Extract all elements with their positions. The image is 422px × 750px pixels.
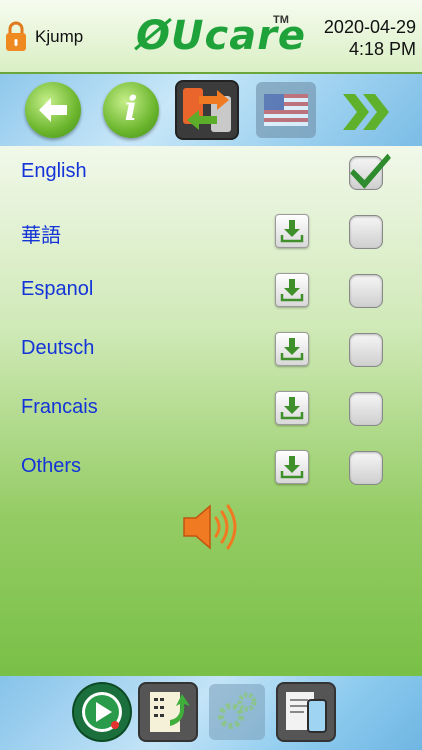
info-icon: i <box>124 89 138 129</box>
double-chevron-right-icon[interactable] <box>339 90 395 134</box>
checkbox-chinese[interactable] <box>349 215 383 249</box>
us-flag-icon <box>264 94 308 126</box>
back-button[interactable] <box>25 82 81 138</box>
checkbox-deutsch[interactable] <box>349 333 383 367</box>
language-label: Espanol <box>21 278 94 300</box>
speaker-icon[interactable] <box>180 498 242 556</box>
phone-document-button[interactable] <box>278 684 334 740</box>
language-tab-button[interactable] <box>177 82 237 138</box>
download-button[interactable] <box>275 273 309 307</box>
download-icon <box>280 456 304 479</box>
download-button[interactable] <box>275 450 309 484</box>
settings-button[interactable] <box>209 684 265 740</box>
play-button[interactable] <box>74 684 130 740</box>
play-icon <box>82 692 122 732</box>
record-sheet-icon <box>150 692 190 732</box>
bottom-toolbar <box>0 676 422 750</box>
language-label: Deutsch <box>21 337 95 359</box>
checkbox-espanol[interactable] <box>349 274 383 308</box>
language-sync-icon <box>183 88 231 132</box>
flag-button[interactable] <box>256 82 316 138</box>
language-row-english[interactable]: English <box>0 146 422 205</box>
download-icon <box>280 279 304 302</box>
language-row-others[interactable]: Others <box>0 441 422 500</box>
checkbox-others[interactable] <box>349 451 383 485</box>
checkbox-francais[interactable] <box>349 392 383 426</box>
app-header: Kjump ØUcare TM 2020-04-29 4:18 PM <box>0 0 422 74</box>
language-label: Others <box>21 455 82 477</box>
record-sheet-button[interactable] <box>140 684 196 740</box>
checkbox-english[interactable] <box>349 153 391 190</box>
info-button[interactable]: i <box>103 82 159 138</box>
language-row-francais[interactable]: Francais <box>0 382 422 441</box>
language-label: English <box>21 160 87 182</box>
top-toolbar: i <box>0 74 422 146</box>
time-label: 4:18 PM <box>348 39 416 59</box>
trademark-label: TM <box>273 14 289 26</box>
language-row-espanol[interactable]: Espanol <box>0 264 422 323</box>
back-arrow-icon <box>39 98 67 122</box>
date-label: 2020-04-29 <box>323 17 416 37</box>
language-row-deutsch[interactable]: Deutsch <box>0 323 422 382</box>
settings-gears-icon <box>218 692 257 729</box>
language-list: English 華語 Espanol Deutsch Francais Othe… <box>0 146 422 676</box>
checkmark-icon <box>350 153 391 189</box>
language-row-chinese[interactable]: 華語 <box>0 205 422 264</box>
username-label: Kjump <box>35 27 84 46</box>
phone-document-icon <box>286 692 327 733</box>
language-label: Francais <box>21 396 98 418</box>
download-button[interactable] <box>275 332 309 366</box>
download-icon <box>280 397 304 420</box>
lock-icon[interactable] <box>5 20 27 52</box>
app-screen: Kjump ØUcare TM 2020-04-29 4:18 PM i Eng… <box>0 0 422 750</box>
download-icon <box>280 338 304 361</box>
download-icon <box>280 220 304 243</box>
download-button[interactable] <box>275 391 309 425</box>
language-label: 華語 <box>21 225 61 247</box>
download-button[interactable] <box>275 214 309 248</box>
